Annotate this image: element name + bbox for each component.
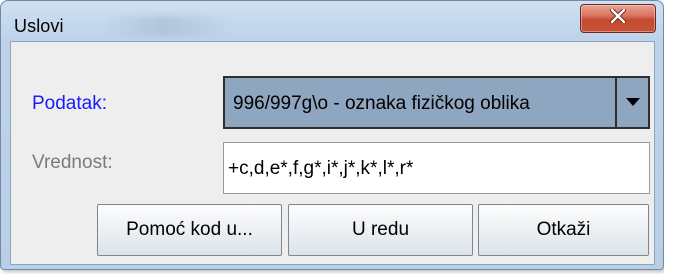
value-input-text: +c,d,e*,f,g*,i*,j*,k*,l*,r* — [228, 158, 414, 179]
right-margin — [664, 0, 673, 274]
close-icon — [609, 7, 627, 28]
help-button[interactable]: Pomoć kod u... — [97, 204, 282, 256]
field-label: Podatak: — [32, 93, 107, 114]
cancel-button[interactable]: Otkaži — [478, 204, 649, 256]
value-input[interactable]: +c,d,e*,f,g*,i*,j*,k*,l*,r* — [223, 142, 650, 194]
ok-button[interactable]: U redu — [288, 204, 473, 256]
field-select[interactable]: 996/997g\o - oznaka fizičkog oblika — [223, 76, 650, 129]
title-bar-blur — [101, 16, 231, 36]
chevron-down-icon — [625, 94, 640, 112]
field-select-value: 996/997g\o - oznaka fizičkog oblika — [233, 93, 530, 114]
close-button[interactable] — [580, 4, 656, 33]
dialog-content: Podatak: 996/997g\o - oznaka fizičkog ob… — [10, 41, 655, 265]
value-label: Vrednost: — [32, 152, 113, 173]
dialog-title: Uslovi — [14, 16, 64, 36]
dropdown-button[interactable] — [617, 78, 648, 127]
title-bar[interactable]: Uslovi — [1, 1, 663, 41]
conditions-dialog: Uslovi Podatak: 996/997g\o - oznaka fizi… — [0, 0, 664, 270]
